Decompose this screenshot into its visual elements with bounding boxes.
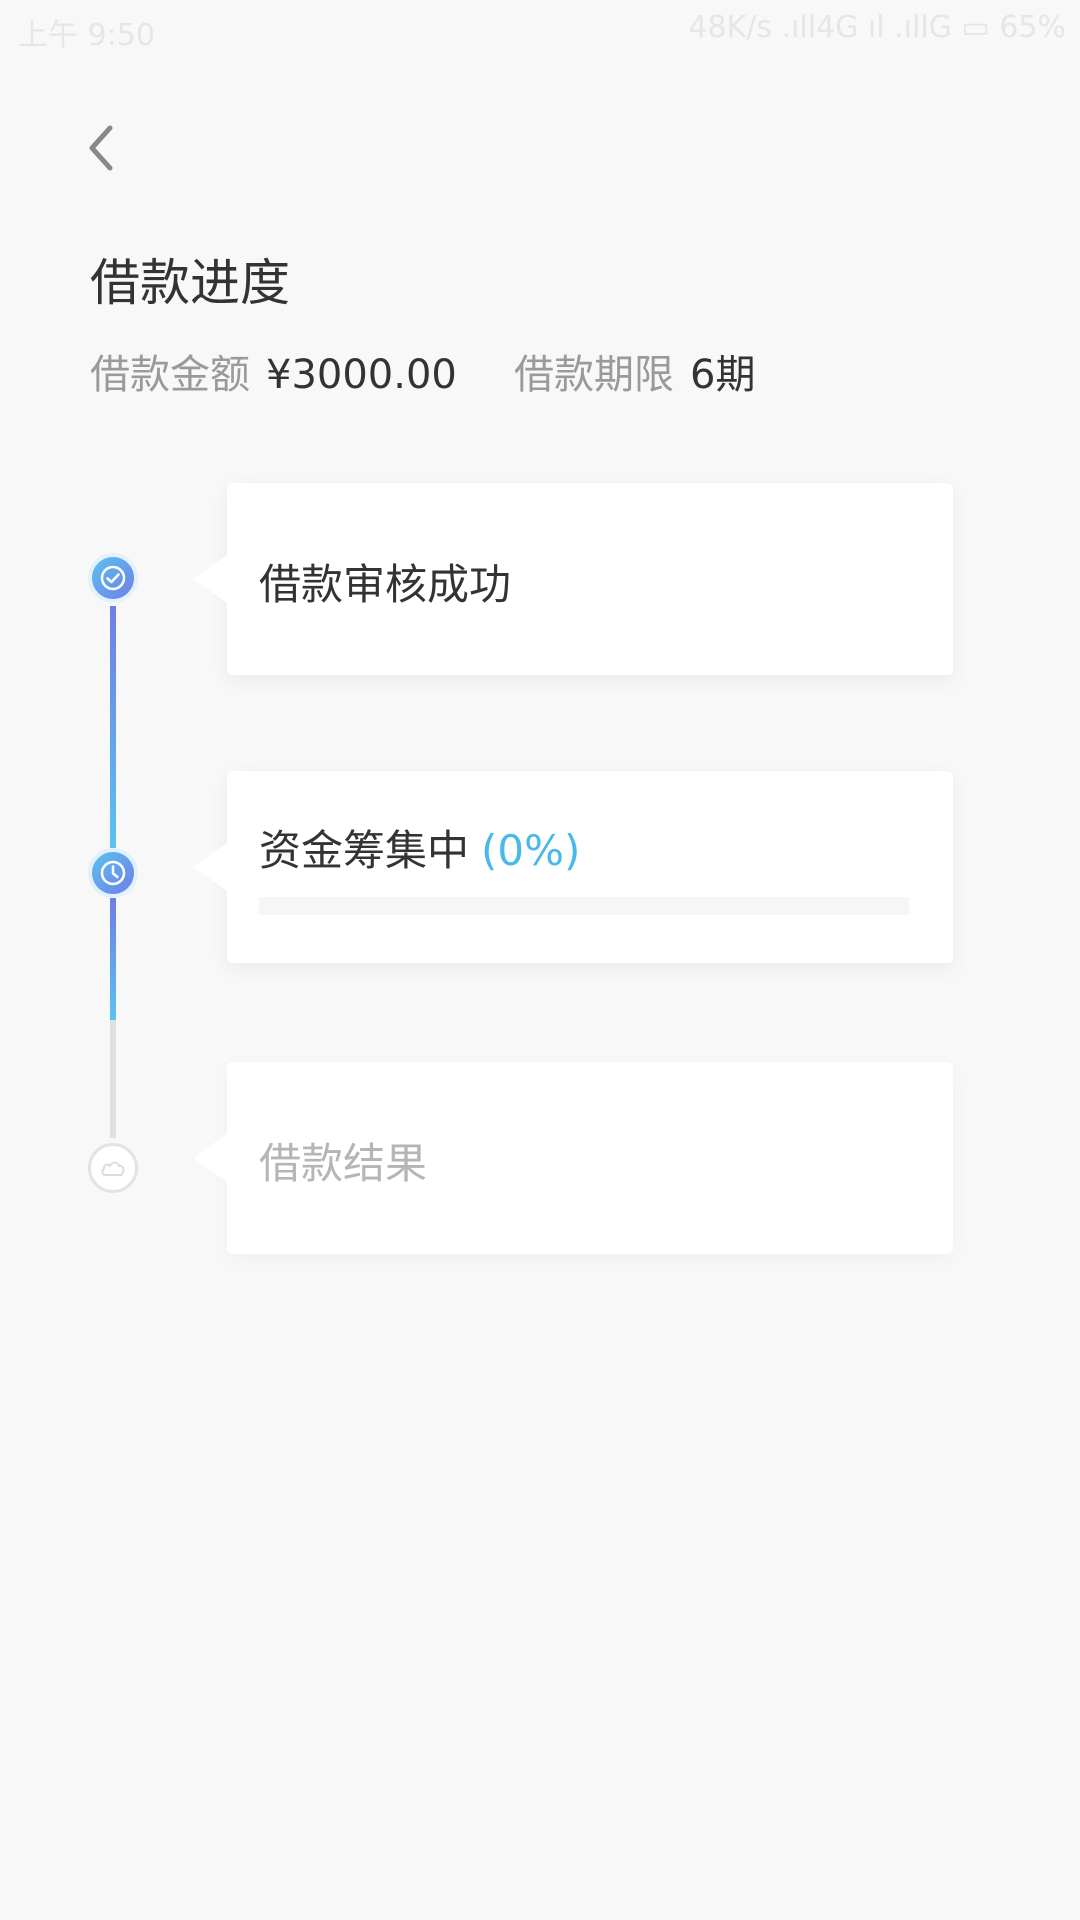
clock-icon — [100, 860, 126, 886]
loan-term-value: 6期 — [690, 352, 756, 398]
back-button[interactable] — [80, 118, 124, 178]
timeline-line-done — [110, 606, 116, 848]
status-bar: 上午 9:50 48K/s .ıll4G ıl .ıllG ▭ 65% — [0, 0, 1080, 60]
step-card-fundraising: 资金筹集中 (0%) — [193, 771, 953, 963]
step-3-marker — [88, 1143, 138, 1193]
step-3-title: 借款结果 — [259, 1139, 428, 1188]
step-2-marker — [88, 848, 138, 898]
loan-term: 借款期限 6期 — [514, 342, 755, 400]
loan-amount: 借款金额 ¥3000.00 — [90, 342, 457, 400]
timeline-line-pending — [110, 1020, 116, 1138]
loan-amount-label: 借款金额 — [90, 352, 250, 398]
step-1-marker — [88, 553, 138, 603]
status-indicators: 48K/s .ıll4G ıl .ıllG ▭ 65% — [688, 10, 1066, 45]
page-title: 借款进度 — [90, 254, 290, 312]
cloud-icon — [101, 1161, 125, 1176]
step-card-loan-result: 借款结果 — [193, 1062, 953, 1254]
step-2-title: 资金筹集中 — [259, 826, 470, 875]
check-circle-icon — [100, 565, 126, 591]
step-2-percent: (0%) — [481, 826, 581, 875]
step-2-title-row: 资金筹集中 (0%) — [259, 817, 580, 878]
timeline-line-progress — [110, 898, 116, 1020]
chevron-left-icon — [89, 125, 113, 171]
fundraising-progress-bar — [259, 897, 909, 915]
step-card-review-success: 借款审核成功 — [193, 483, 953, 675]
loan-term-label: 借款期限 — [514, 352, 674, 398]
status-time: 上午 9:50 — [18, 18, 155, 53]
loan-amount-value: ¥3000.00 — [266, 352, 457, 398]
step-1-title: 借款审核成功 — [259, 560, 512, 609]
